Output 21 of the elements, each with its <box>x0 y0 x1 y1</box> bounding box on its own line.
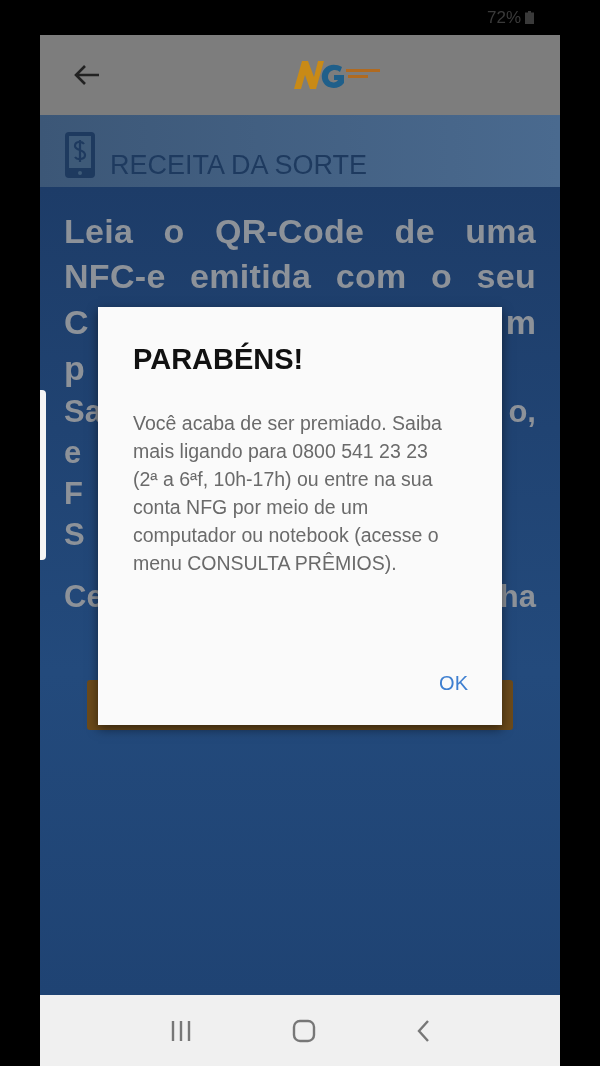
edge-panel-handle[interactable] <box>40 390 46 560</box>
instruction-text: C <box>64 302 89 343</box>
dialog-message: Você acaba de ser premiado. Saiba mais ligando para 0800 541 23 23 (2ª a 6ªf, 10h-17h) ou entre na sua conta NFG por meio de um computador ou notebook (acesse o menu CONSULTA PRÊMIOS). <box>133 411 443 576</box>
instruction-text: e <box>64 434 82 472</box>
instruction-text: Leia o QR-Code de uma <box>64 211 536 252</box>
battery-icon <box>525 11 534 24</box>
ok-button[interactable]: OK <box>439 668 468 699</box>
dialog-title: PARABÉNS! <box>133 343 305 376</box>
instruction-text: F <box>64 475 83 513</box>
battery-percentage: 72% <box>486 7 521 28</box>
back-icon[interactable] <box>416 1018 430 1043</box>
back-arrow-icon[interactable] <box>73 63 101 87</box>
instruction-text: S <box>64 516 85 554</box>
instruction-text: p <box>64 348 85 389</box>
instruction-text: o, <box>508 393 536 431</box>
home-icon[interactable] <box>292 1018 316 1043</box>
instruction-text: NFC-e emitida com o seu <box>64 256 536 297</box>
instruction-text: m <box>505 302 536 343</box>
phone-dollar-icon <box>64 131 96 179</box>
instruction-text: ha <box>499 578 536 616</box>
recent-apps-icon[interactable] <box>170 1019 192 1042</box>
